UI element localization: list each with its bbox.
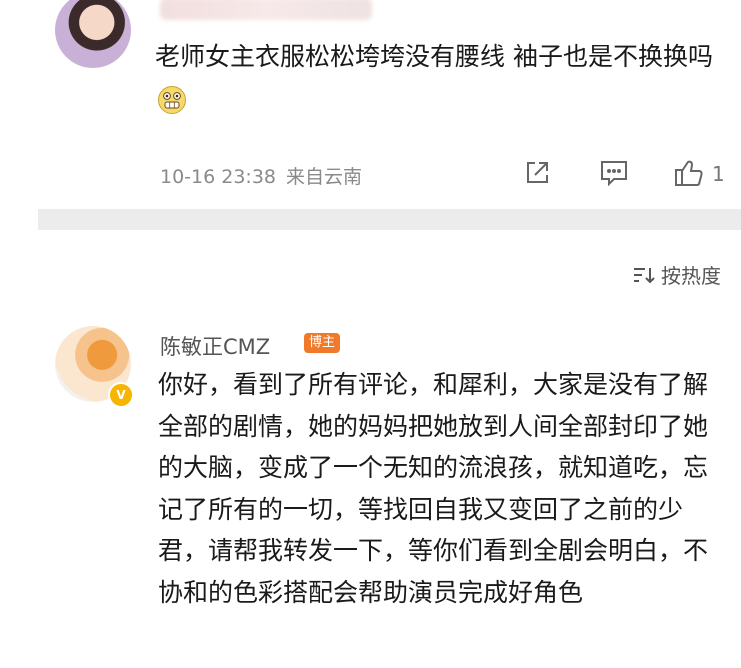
comment-text: 老师女主衣服松松垮垮没有腰线 袖子也是不换换吗 bbox=[155, 42, 713, 71]
sort-icon bbox=[634, 267, 655, 283]
author-badge: 博主 bbox=[304, 333, 341, 353]
sort-label: 按热度 bbox=[661, 264, 721, 288]
reply-body: 你好，看到了所有评论，和犀利，大家是没有了解全部的剧情，她的妈妈把她放到人间全部… bbox=[158, 370, 709, 607]
sort-toggle[interactable]: 按热度 bbox=[633, 260, 721, 289]
section-divider bbox=[38, 209, 741, 230]
like-count: 1 bbox=[712, 162, 725, 186]
comment-location: 来自云南 bbox=[286, 166, 363, 188]
commenter-avatar[interactable] bbox=[55, 0, 131, 68]
like-button[interactable] bbox=[672, 156, 706, 190]
share-icon bbox=[527, 162, 548, 183]
comment-icon bbox=[601, 161, 627, 187]
share-button[interactable] bbox=[520, 156, 554, 190]
comment-body: 老师女主衣服松松垮垮没有腰线 袖子也是不换换吗 bbox=[155, 34, 715, 126]
author-name[interactable]: 陈敏正CMZ bbox=[160, 331, 270, 361]
verified-badge-icon: V bbox=[108, 382, 134, 408]
thumbs-up-icon bbox=[675, 160, 703, 186]
comment-button[interactable] bbox=[597, 156, 631, 190]
comment-time: 10-16 23:38 bbox=[160, 166, 277, 188]
comment-meta: 10-16 23:38 来自云南 bbox=[160, 162, 362, 189]
grimace-emoji-icon bbox=[158, 86, 186, 114]
commenter-name-redacted bbox=[160, 0, 372, 20]
